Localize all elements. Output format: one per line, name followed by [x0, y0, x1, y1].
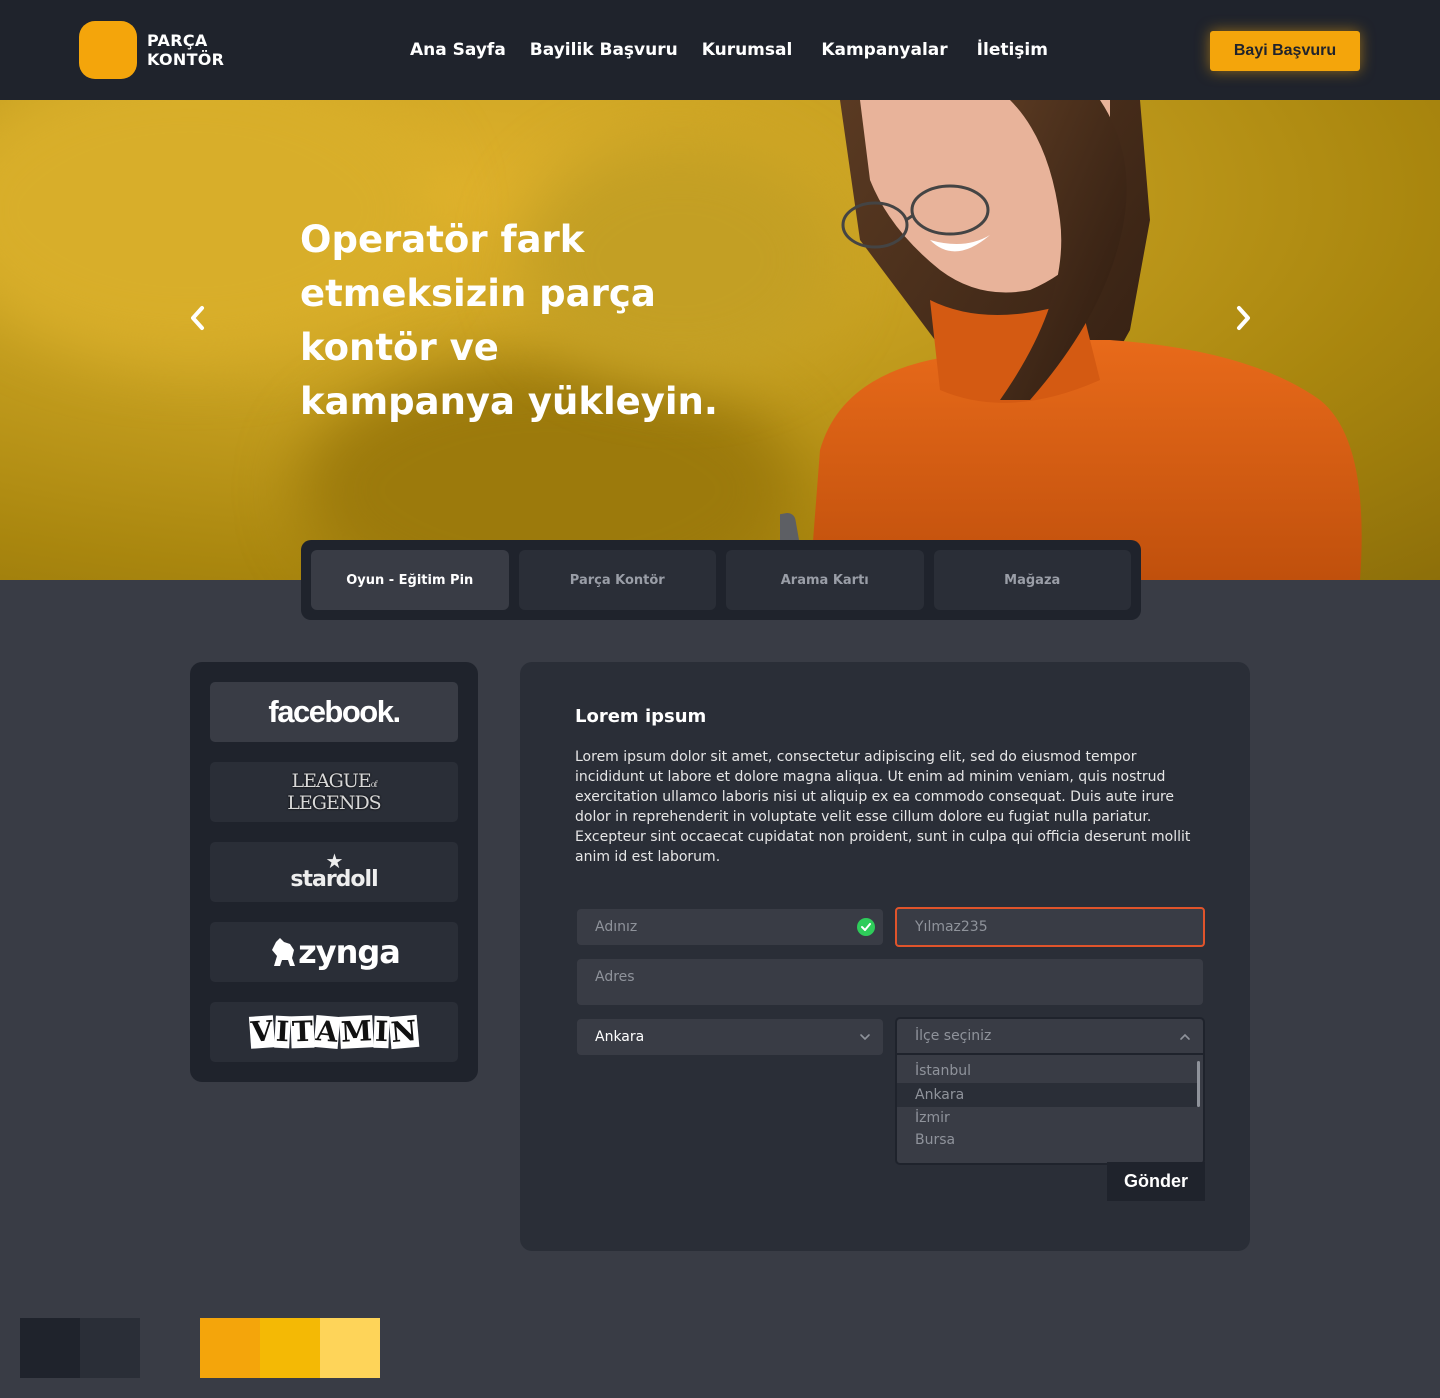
address-placeholder: Adres: [595, 969, 635, 985]
slider-next-button[interactable]: [1228, 303, 1258, 333]
swatch-light-yellow: [320, 1318, 380, 1378]
stardoll-logo: ★ stardoll: [290, 851, 378, 892]
city-value: Ankara: [595, 1029, 645, 1045]
vitamin-logo: VITAMIN: [249, 1013, 419, 1050]
zynga-logo: zynga: [268, 933, 401, 971]
chevron-left-icon: [191, 306, 204, 330]
city-select[interactable]: Ankara: [577, 1019, 883, 1055]
district-options-list: İstanbul Ankara İzmir Bursa: [897, 1055, 1203, 1151]
username-field[interactable]: Yılmaz235: [895, 907, 1205, 947]
vitamin-letter: I: [373, 1014, 390, 1049]
brand-facebook[interactable]: facebook.: [210, 682, 458, 742]
nav-link-bayilik-basvuru[interactable]: Bayilik Başvuru: [530, 38, 678, 62]
district-option[interactable]: Bursa: [897, 1129, 1203, 1151]
district-option[interactable]: İstanbul: [897, 1059, 1203, 1083]
logo-line-1: PARÇA: [147, 31, 208, 50]
brand-vitamin[interactable]: VITAMIN: [210, 1002, 458, 1062]
district-placeholder: İlçe seçiniz: [915, 1028, 992, 1044]
hero-slider: Operatör fark etmeksizin parça kontör ve…: [0, 100, 1440, 580]
form-title: Lorem ipsum: [575, 706, 707, 727]
brand-league-of-legends[interactable]: LEAGUEof LEGENDS: [210, 762, 458, 822]
tab-parca-kontor[interactable]: Parça Kontör: [518, 550, 716, 610]
form-description: Lorem ipsum dolor sit amet, consectetur …: [575, 749, 1191, 865]
name-field[interactable]: Adınız: [577, 909, 883, 945]
zynga-text: zynga: [298, 933, 401, 971]
vitamin-letter: A: [313, 1014, 341, 1049]
chevron-right-icon: [1237, 306, 1250, 330]
swatch-dark-1: [20, 1318, 80, 1378]
header: PARÇA KONTÖR Ana Sayfa Bayilik Başvuru K…: [0, 0, 1440, 100]
hero-title: Operatör fark etmeksizin parça kontör ve…: [300, 218, 718, 423]
dropdown-scrollbar[interactable]: [1197, 1061, 1200, 1107]
check-circle-icon: [857, 918, 875, 936]
tab-oyun-egitim-pin[interactable]: Oyun - Eğitim Pin: [311, 550, 509, 610]
district-option[interactable]: İzmir: [897, 1107, 1203, 1129]
username-value: Yılmaz235: [915, 919, 988, 935]
slider-prev-button[interactable]: [183, 303, 213, 333]
brand-stardoll[interactable]: ★ stardoll: [210, 842, 458, 902]
lol-line-2: LEGENDS: [287, 792, 381, 814]
address-field[interactable]: Adres: [577, 959, 1203, 1005]
name-placeholder: Adınız: [595, 919, 638, 935]
logo-text: PARÇA KONTÖR: [147, 31, 224, 69]
swatch-dark-2: [80, 1318, 140, 1378]
logo-line-2: KONTÖR: [147, 50, 225, 69]
vitamin-letter: V: [249, 1014, 276, 1049]
district-select-header[interactable]: İlçe seçiniz: [897, 1019, 1203, 1055]
district-option-selected[interactable]: Ankara: [897, 1083, 1197, 1107]
logo-mark: [79, 21, 137, 79]
logo[interactable]: PARÇA KONTÖR: [79, 21, 224, 79]
tab-magaza[interactable]: Mağaza: [933, 550, 1131, 610]
nav-link-iletisim[interactable]: İletişim: [977, 38, 1048, 62]
vitamin-letter: M: [339, 1014, 374, 1049]
swatch-yellow: [260, 1318, 320, 1378]
chevron-up-icon: [1180, 1033, 1190, 1040]
nav-link-ana-sayfa[interactable]: Ana Sayfa: [410, 38, 506, 62]
nav-link-kampanyalar[interactable]: Kampanyalar: [821, 38, 947, 62]
tab-arama-karti[interactable]: Arama Kartı: [726, 550, 924, 610]
vitamin-letter: T: [290, 1014, 315, 1049]
hero-person-image: [780, 100, 1362, 580]
lol-line-1: LEAGUE: [291, 770, 371, 792]
swatch-orange: [200, 1318, 260, 1378]
brand-sidebar: facebook. LEAGUEof LEGENDS ★ stardoll zy…: [190, 662, 478, 1082]
form-panel: Lorem ipsum Lorem ipsum dolor sit amet, …: [520, 662, 1250, 1251]
league-of-legends-logo: LEAGUEof LEGENDS: [287, 770, 381, 814]
lol-of: of: [370, 780, 378, 789]
nav-link-kurumsal[interactable]: Kurumsal: [702, 38, 793, 62]
zynga-dog-icon: [272, 938, 296, 966]
stardoll-text: stardoll: [290, 867, 378, 892]
main-nav: Ana Sayfa Bayilik Başvuru Kurumsal Kampa…: [410, 38, 1072, 62]
vitamin-letter: N: [388, 1013, 419, 1050]
chevron-down-icon: [860, 1034, 870, 1041]
bayi-basvuru-button[interactable]: Bayi Başvuru: [1210, 31, 1360, 71]
vitamin-letter: I: [274, 1014, 292, 1049]
district-select[interactable]: İlçe seçiniz İstanbul Ankara İzmir Bursa: [895, 1017, 1205, 1165]
submit-button[interactable]: Gönder: [1107, 1162, 1205, 1201]
facebook-logo: facebook.: [268, 694, 401, 729]
category-tabs: Oyun - Eğitim Pin Parça Kontör Arama Kar…: [301, 540, 1141, 620]
brand-zynga[interactable]: zynga: [210, 922, 458, 982]
